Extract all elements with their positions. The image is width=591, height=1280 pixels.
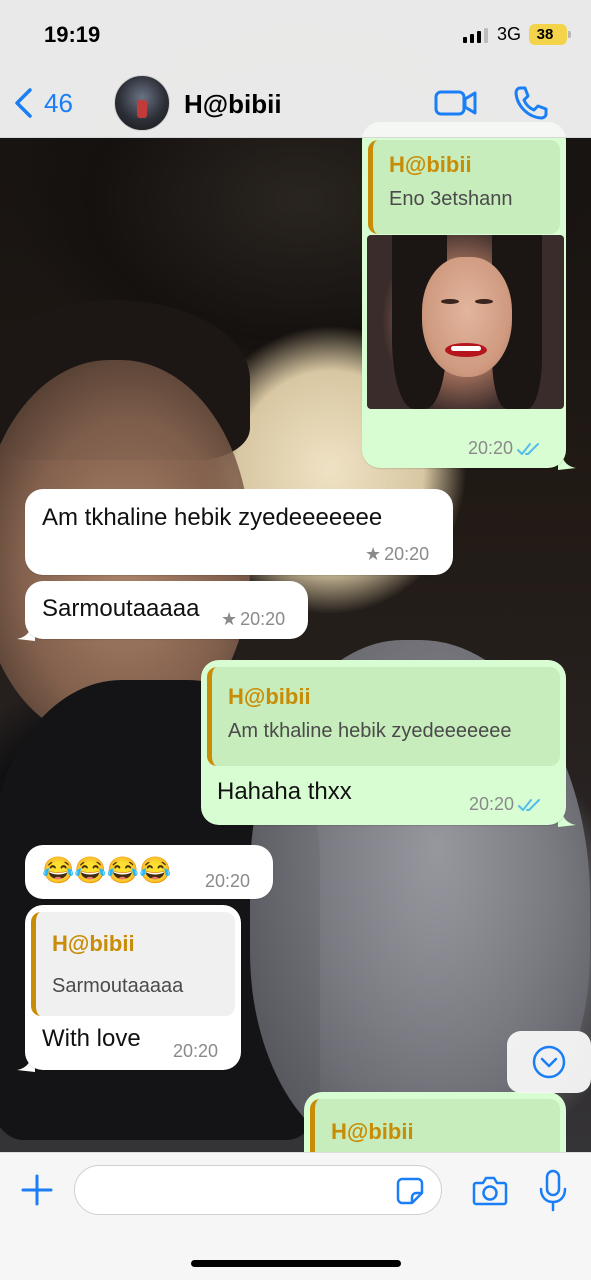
status-time: 19:19: [44, 22, 101, 47]
read-ticks-icon: [518, 798, 541, 811]
reply-quote[interactable]: H@bibii Sarmoutaaaaa: [31, 912, 235, 1016]
quote-text: Am tkhaline hebik zyedeeeeeee: [228, 720, 512, 742]
photo-shape: [441, 299, 459, 304]
quote-author: H@bibii: [389, 152, 472, 177]
message-time: 20:20: [173, 1041, 219, 1061]
message-text: Am tkhaline hebik zyedeeeeeee: [42, 504, 383, 531]
message-bubble-outgoing[interactable]: H@bibii Am tkhaline hebik zyedeeeeeee Ha…: [201, 660, 566, 825]
message-bubble-incoming[interactable]: Am tkhaline hebik zyedeeeeeee ★ 20:20: [25, 489, 453, 575]
photo-shape: [451, 346, 481, 351]
signal-icon: [463, 27, 488, 43]
message-meta: 20:20: [205, 871, 250, 892]
photo-attachment[interactable]: [367, 235, 564, 409]
quote-text: Eno 3etshann: [389, 188, 513, 210]
unread-count: 46: [44, 87, 73, 118]
avatar[interactable]: [114, 75, 170, 131]
read-ticks-icon: [517, 442, 540, 455]
video-call-icon[interactable]: [434, 84, 478, 122]
microphone-icon[interactable]: [538, 1169, 568, 1213]
sticker-icon[interactable]: [396, 1177, 424, 1205]
home-indicator: [191, 1260, 401, 1267]
photo-shape: [422, 257, 512, 377]
message-meta: ★ 20:20: [221, 609, 285, 630]
chevron-left-icon: [15, 88, 32, 118]
phone-icon[interactable]: [512, 84, 556, 122]
camera-icon[interactable]: [472, 1175, 508, 1207]
message-bubble-outgoing[interactable]: H@bibii Eno 3etshann 20:20: [362, 122, 566, 468]
star-icon: ★: [221, 609, 238, 629]
message-bubble-incoming[interactable]: H@bibii Sarmoutaaaaa With love 20:20: [25, 905, 241, 1070]
star-icon: ★: [365, 544, 382, 564]
plus-icon[interactable]: [20, 1173, 54, 1207]
message-text: Hahaha thxx: [217, 778, 352, 805]
chat-header: 19:19 3G 38 46 H@bibii: [0, 0, 591, 138]
battery-level: 38: [536, 26, 554, 43]
message-input-bar: [0, 1152, 591, 1280]
quote-text: Sarmoutaaaaa: [52, 975, 184, 997]
message-time: 20:20: [469, 794, 515, 814]
message-meta: 20:20: [468, 438, 542, 459]
quote-author: H@bibii: [331, 1119, 414, 1144]
message-bubble-incoming[interactable]: 😂😂😂😂 20:20: [25, 845, 273, 899]
message-time: 20:20: [384, 544, 430, 564]
message-bubble-incoming[interactable]: Sarmoutaaaaa ★ 20:20: [25, 581, 308, 639]
photo-shape: [475, 299, 493, 304]
network-type: 3G: [497, 24, 522, 44]
message-time: 20:20: [205, 871, 251, 891]
message-text: With love: [42, 1025, 141, 1052]
quote-author: H@bibii: [228, 684, 311, 709]
battery-icon: 38: [529, 24, 571, 45]
reply-quote[interactable]: H@bibii Am tkhaline hebik zyedeeeeeee: [207, 667, 560, 766]
chevron-down-circle-icon: [532, 1045, 566, 1079]
scroll-to-bottom-button[interactable]: [507, 1031, 591, 1093]
quote-author: H@bibii: [52, 931, 135, 956]
reply-quote[interactable]: H@bibii Eno 3etshann: [368, 140, 560, 234]
message-text: Sarmoutaaaaa: [42, 595, 200, 622]
message-time: 20:20: [240, 609, 286, 629]
message-meta: ★ 20:20: [365, 544, 429, 565]
message-input[interactable]: [74, 1165, 442, 1215]
back-button[interactable]: 46: [12, 82, 73, 124]
contact-name[interactable]: H@bibii: [184, 89, 282, 120]
message-meta: 20:20: [469, 794, 543, 815]
message-time: 20:20: [468, 438, 514, 458]
message-text: 😂😂😂😂: [42, 855, 172, 885]
message-meta: 20:20: [173, 1041, 218, 1062]
